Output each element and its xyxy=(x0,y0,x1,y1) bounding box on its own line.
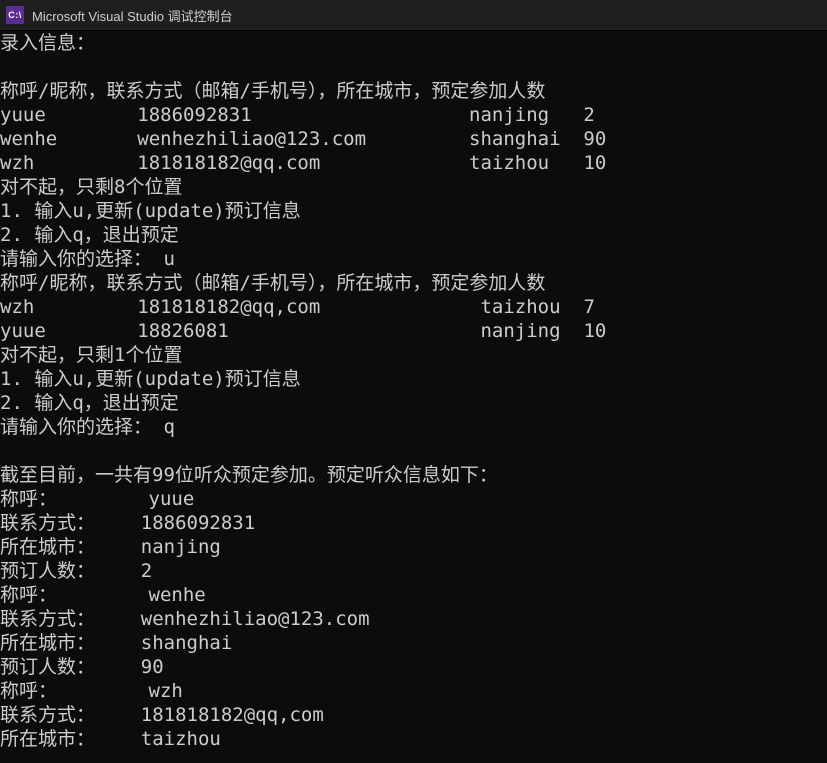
lbl-contact: 联系方式： xyxy=(0,704,95,726)
lbl-name: 称呼： xyxy=(0,680,57,702)
e1-name: yuue xyxy=(0,104,46,126)
e1-city: taizhou xyxy=(469,152,549,174)
prompt-choice: q xyxy=(163,416,174,438)
detail-row: 称呼： yuue xyxy=(0,487,827,511)
prompt-choice: u xyxy=(163,248,174,270)
window-title: Microsoft Visual Studio 调试控制台 xyxy=(32,6,233,25)
lbl-name: 称呼： xyxy=(0,584,57,606)
window: C:\ Microsoft Visual Studio 调试控制台 录入信息： … xyxy=(0,0,827,763)
detail-row: 所在城市： taizhou xyxy=(0,727,827,751)
val: shanghai xyxy=(141,632,233,654)
line-menu1: 1. 输入u,更新(update)预订信息 xyxy=(0,199,827,223)
e2-city: taizhou xyxy=(480,296,560,318)
prompt-label: 请输入你的选择： xyxy=(0,248,152,270)
detail-row: 称呼： wenhe xyxy=(0,583,827,607)
val: taizhou xyxy=(141,728,221,750)
e2-name: wzh xyxy=(0,296,34,318)
entry1-row: wenhe wenhezhiliao@123.com shanghai 90 xyxy=(0,127,827,151)
e1-count: 90 xyxy=(583,128,606,150)
detail-row: 联系方式： 1886092831 xyxy=(0,511,827,535)
e2-city: nanjing xyxy=(480,320,560,342)
val: 1886092831 xyxy=(141,512,255,534)
detail-row: 预订人数： 90 xyxy=(0,655,827,679)
detail-row: 联系方式： 181818182@qq,com xyxy=(0,703,827,727)
line-prompt: 请输入你的选择： u xyxy=(0,247,827,271)
line-header: 称呼/昵称，联系方式（邮箱/手机号），所在城市，预定参加人数 xyxy=(0,79,827,103)
e2-contact: 18826081 xyxy=(137,320,229,342)
lbl-city: 所在城市： xyxy=(0,728,95,750)
entry2-row: yuue 18826081 nanjing 10 xyxy=(0,319,827,343)
val: yuue xyxy=(149,488,195,510)
val: wenhezhiliao@123.com xyxy=(141,608,370,630)
line-prompt: 请输入你的选择： q xyxy=(0,415,827,439)
entry1-row: wzh 181818182@qq.com taizhou 10 xyxy=(0,151,827,175)
val: 181818182@qq,com xyxy=(141,704,324,726)
vs-icon-text: C:\ xyxy=(8,10,22,20)
line-header: 称呼/昵称，联系方式（邮箱/手机号），所在城市，预定参加人数 xyxy=(0,271,827,295)
line-menu2: 2. 输入q，退出预定 xyxy=(0,223,827,247)
e1-name: wenhe xyxy=(0,128,57,150)
line-remain: 对不起，只剩1个位置 xyxy=(0,343,827,367)
val: nanjing xyxy=(141,536,221,558)
e2-count: 10 xyxy=(583,320,606,342)
entry2-row: wzh 181818182@qq,com taizhou 7 xyxy=(0,295,827,319)
lbl-city: 所在城市： xyxy=(0,632,95,654)
val: 90 xyxy=(141,656,164,678)
detail-row: 所在城市： nanjing xyxy=(0,535,827,559)
lbl-count: 预订人数： xyxy=(0,560,95,582)
e2-count: 7 xyxy=(583,296,594,318)
line-remain: 对不起，只剩8个位置 xyxy=(0,175,827,199)
e1-city: shanghai xyxy=(469,128,561,150)
titlebar[interactable]: C:\ Microsoft Visual Studio 调试控制台 xyxy=(0,0,827,31)
e1-contact: wenhezhiliao@123.com xyxy=(137,128,366,150)
val: wzh xyxy=(149,680,183,702)
console-output[interactable]: 录入信息： 称呼/昵称，联系方式（邮箱/手机号），所在城市，预定参加人数yuue… xyxy=(0,31,827,763)
e1-city: nanjing xyxy=(469,104,549,126)
lbl-contact: 联系方式： xyxy=(0,608,95,630)
vs-icon: C:\ xyxy=(6,6,24,24)
line-menu1: 1. 输入u,更新(update)预订信息 xyxy=(0,367,827,391)
lbl-contact: 联系方式： xyxy=(0,512,95,534)
e1-contact: 1886092831 xyxy=(137,104,251,126)
lbl-name: 称呼： xyxy=(0,488,57,510)
e1-name: wzh xyxy=(0,152,34,174)
entry1-row: yuue 1886092831 nanjing 2 xyxy=(0,103,827,127)
e1-count: 10 xyxy=(583,152,606,174)
lbl-count: 预订人数： xyxy=(0,656,95,678)
e1-count: 2 xyxy=(583,104,594,126)
val: wenhe xyxy=(149,584,206,606)
detail-row: 称呼： wzh xyxy=(0,679,827,703)
detail-row: 联系方式： wenhezhiliao@123.com xyxy=(0,607,827,631)
blank xyxy=(0,55,827,79)
line-summary: 截至目前，一共有99位听众预定参加。预定听众信息如下： xyxy=(0,463,827,487)
e1-contact: 181818182@qq.com xyxy=(137,152,320,174)
val: 2 xyxy=(141,560,152,582)
blank xyxy=(0,439,827,463)
line-menu2: 2. 输入q，退出预定 xyxy=(0,391,827,415)
prompt-label: 请输入你的选择： xyxy=(0,416,152,438)
e2-name: yuue xyxy=(0,320,46,342)
detail-row: 预订人数： 2 xyxy=(0,559,827,583)
detail-row: 所在城市： shanghai xyxy=(0,631,827,655)
line-intro: 录入信息： xyxy=(0,31,827,55)
e2-contact: 181818182@qq,com xyxy=(137,296,320,318)
lbl-city: 所在城市： xyxy=(0,536,95,558)
